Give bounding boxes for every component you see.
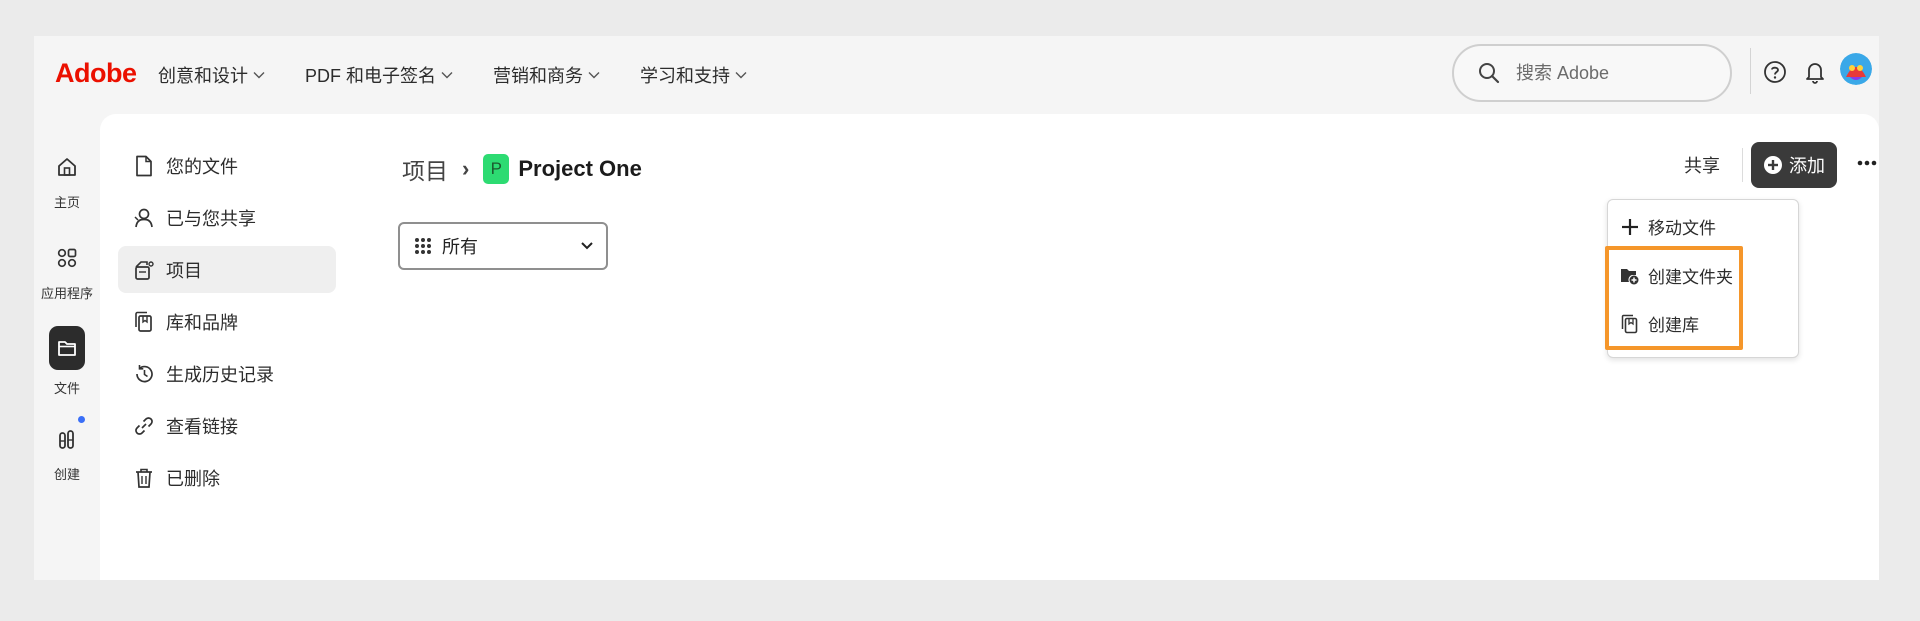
rail-item-files[interactable]: 文件 <box>34 326 100 397</box>
search-box[interactable] <box>1452 44 1732 102</box>
add-button-label: 添加 <box>1789 156 1825 176</box>
nav-item-learn-support[interactable]: 学习和支持 <box>640 62 747 88</box>
sidenav-label: 生成历史记录 <box>166 364 274 385</box>
top-nav-menu: 创意和设计 PDF 和电子签名 营销和商务 学习和支持 <box>158 62 787 88</box>
sidenav-item-libraries[interactable]: 库和品牌 <box>118 298 336 345</box>
sidenav-label: 查看链接 <box>166 416 238 437</box>
nav-item-label: PDF 和电子签名 <box>305 66 437 86</box>
chevron-down-icon <box>588 71 600 79</box>
link-icon <box>132 414 156 438</box>
folder-icon <box>49 326 85 370</box>
search-icon <box>1478 62 1500 84</box>
trash-icon <box>132 466 156 490</box>
nav-item-label: 创意和设计 <box>158 66 248 86</box>
sidenav-item-view-links[interactable]: 查看链接 <box>118 402 336 449</box>
nav-item-label: 营销和商务 <box>493 66 584 86</box>
chevron-down-icon <box>441 71 453 79</box>
search-input[interactable] <box>1516 62 1706 84</box>
library-icon <box>1620 314 1640 334</box>
sidenav-label: 您的文件 <box>166 156 238 177</box>
sidenav-label: 已与您共享 <box>166 208 256 229</box>
divider <box>1750 48 1751 94</box>
rail-label: 文件 <box>53 381 80 396</box>
sidenav-item-your-files[interactable]: 您的文件 <box>118 142 336 189</box>
sidenav-label: 库和品牌 <box>166 312 238 333</box>
project-icon <box>132 258 156 282</box>
rail-item-create[interactable]: 创建 <box>34 416 100 483</box>
file-icon <box>132 154 156 178</box>
left-rail: 主页 应用程序 文件 创建 <box>34 114 100 580</box>
plus-circle-icon <box>1763 155 1783 175</box>
rail-label: 主页 <box>53 195 80 210</box>
history-icon <box>132 362 156 386</box>
add-button[interactable]: 添加 <box>1751 142 1837 188</box>
sidenav-item-generation-history[interactable]: 生成历史记录 <box>118 350 336 397</box>
filter-selected-value: 所有 <box>442 237 478 257</box>
avatar[interactable] <box>1840 53 1872 85</box>
project-badge: P <box>483 154 510 184</box>
grid-icon <box>414 237 432 255</box>
bell-icon[interactable] <box>1801 58 1829 86</box>
sidenav-item-deleted[interactable]: 已删除 <box>118 454 336 501</box>
menu-item-create-library[interactable]: 创建库 <box>1620 311 1699 336</box>
menu-item-create-folder[interactable]: 创建文件夹 <box>1620 263 1733 288</box>
new-folder-icon <box>1620 266 1640 286</box>
library-icon <box>132 310 156 334</box>
breadcrumb-root-link[interactable]: 项目 <box>402 152 448 186</box>
chevron-down-icon <box>580 237 594 255</box>
home-icon <box>50 150 84 184</box>
share-button[interactable]: 共享 <box>1684 152 1720 178</box>
top-navigation: Adobe 创意和设计 PDF 和电子签名 营销和商务 学习和支持 <box>34 36 1879 114</box>
main-panel: 您的文件 已与您共享 项目 库和品牌 生成历史记录 查看链接 已删除 项目 › … <box>100 114 1879 580</box>
apps-icon <box>50 241 84 275</box>
nav-item-creative-design[interactable]: 创意和设计 <box>158 62 265 88</box>
files-side-nav: 您的文件 已与您共享 项目 库和品牌 生成历史记录 查看链接 已删除 <box>118 142 336 506</box>
filter-select[interactable]: 所有 <box>398 222 608 270</box>
breadcrumb-separator: › <box>462 156 470 181</box>
menu-item-label: 移动文件 <box>1648 219 1716 238</box>
nav-item-marketing[interactable]: 营销和商务 <box>493 62 600 88</box>
help-icon[interactable] <box>1761 58 1789 86</box>
menu-item-label: 创建库 <box>1648 316 1699 335</box>
rail-item-apps[interactable]: 应用程序 <box>34 241 100 302</box>
rail-label: 应用程序 <box>40 286 93 301</box>
menu-item-move-file[interactable]: 移动文件 <box>1620 214 1716 239</box>
nav-item-label: 学习和支持 <box>640 66 731 86</box>
rail-label: 创建 <box>53 467 80 482</box>
create-icon <box>50 422 84 456</box>
sidenav-item-shared-with-you[interactable]: 已与您共享 <box>118 194 336 241</box>
app-window: Adobe 创意和设计 PDF 和电子签名 营销和商务 学习和支持 搜索 Ado… <box>34 36 1879 580</box>
rail-item-home[interactable]: 主页 <box>34 150 100 211</box>
notification-dot <box>78 416 85 423</box>
add-dropdown-menu: 移动文件 创建文件夹 创建库 <box>1607 199 1799 358</box>
shared-user-icon <box>132 206 156 230</box>
menu-item-label: 创建文件夹 <box>1648 268 1733 287</box>
more-options-icon[interactable] <box>1852 150 1882 176</box>
breadcrumb: 项目 › P Project One <box>402 152 642 186</box>
chevron-down-icon <box>735 71 747 79</box>
sidenav-label: 项目 <box>166 260 202 281</box>
chevron-down-icon <box>253 71 265 79</box>
adobe-logo[interactable]: Adobe <box>55 58 137 89</box>
divider <box>1742 148 1743 182</box>
plus-icon <box>1620 217 1640 237</box>
nav-item-pdf-esign[interactable]: PDF 和电子签名 <box>305 62 453 88</box>
sidenav-label: 已删除 <box>166 468 220 489</box>
page-title: Project One <box>518 156 642 181</box>
sidenav-item-projects[interactable]: 项目 <box>118 246 336 293</box>
